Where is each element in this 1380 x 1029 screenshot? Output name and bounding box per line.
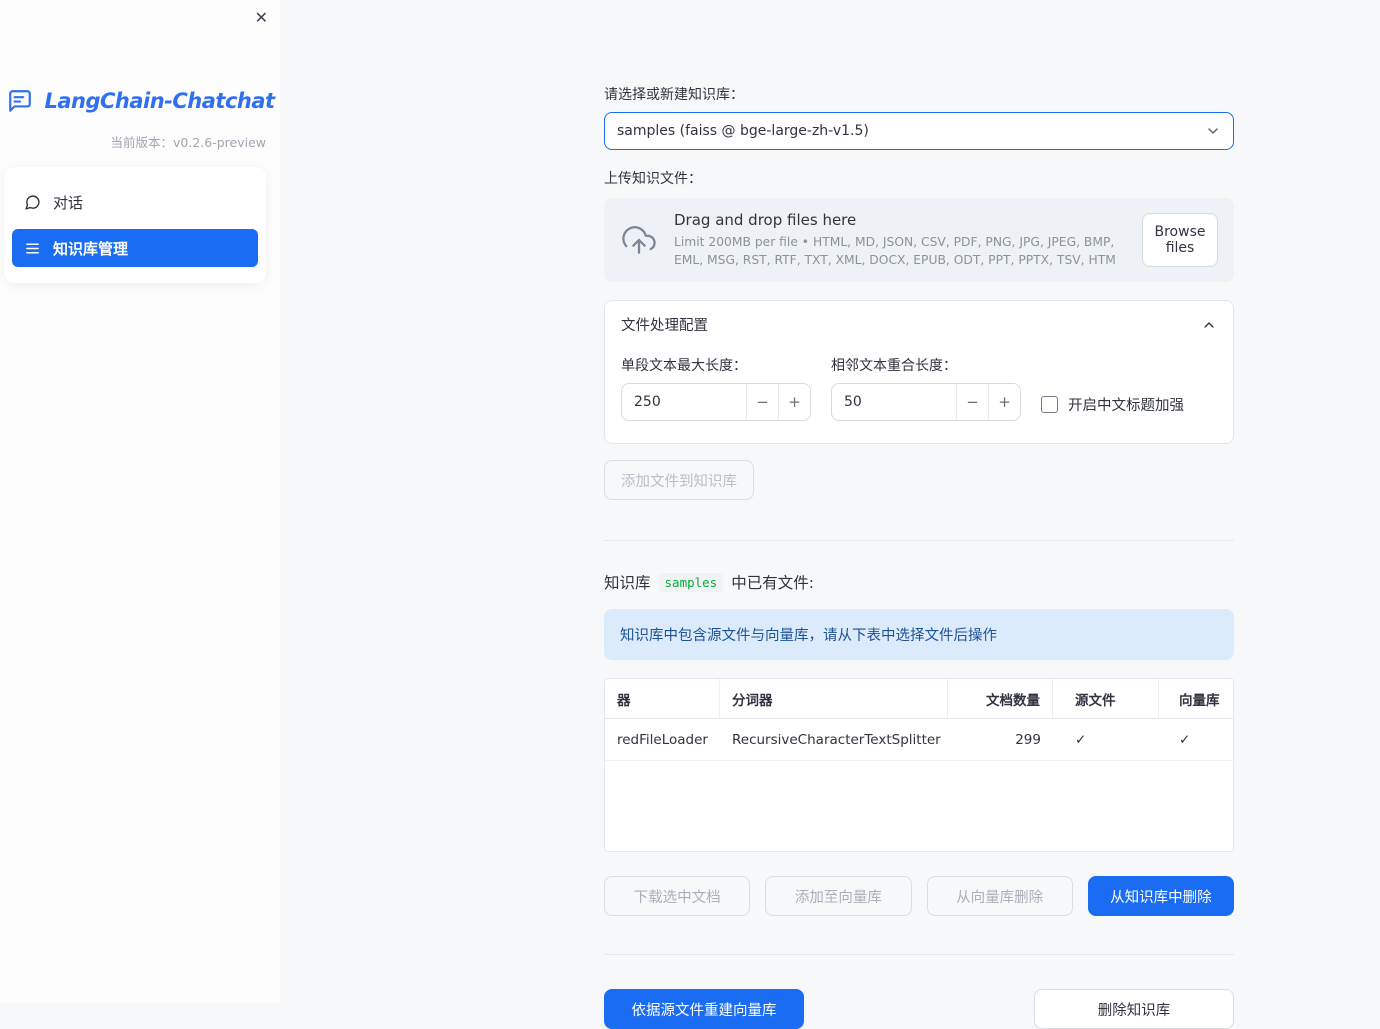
minus-button[interactable]: − bbox=[746, 384, 778, 420]
remove-from-vector-store-button[interactable]: 从向量库删除 bbox=[926, 876, 1073, 916]
max-length-field: 单段文本最大长度： 250 − + bbox=[621, 355, 811, 423]
main-area: 请选择或新建知识库： samples (faiss @ bge-large-zh… bbox=[280, 0, 1380, 1029]
existing-files-prefix: 知识库 bbox=[604, 574, 651, 592]
kb-name-code: samples bbox=[658, 572, 724, 592]
table-row[interactable]: redFileLoader RecursiveCharacterTextSpli… bbox=[605, 719, 1233, 761]
dropzone-limit: Limit 200MB per file • HTML, MD, JSON, C… bbox=[674, 234, 1116, 267]
expander-body: 单段文本最大长度： 250 − + 相邻文本重合长度： 50 − + 开启中文标… bbox=[605, 348, 1233, 443]
divider bbox=[604, 954, 1234, 955]
info-banner: 知识库中包含源文件与向量库，请从下表中选择文件后操作 bbox=[604, 609, 1234, 660]
table-header-vector-store: 向量库 bbox=[1179, 692, 1220, 709]
dropzone-text: Drag and drop files here Limit 200MB per… bbox=[674, 211, 1126, 270]
overlap-length-input[interactable]: 50 − + bbox=[831, 383, 1021, 421]
knowledge-base-icon bbox=[24, 240, 41, 257]
sidebar-item-knowledge-base[interactable]: 知识库管理 bbox=[12, 229, 258, 267]
plus-button[interactable]: + bbox=[778, 384, 810, 420]
overlap-length-field: 相邻文本重合长度： 50 − + bbox=[831, 355, 1021, 423]
kb-management-row: 依据源文件重建向量库 删除知识库 bbox=[604, 989, 1234, 1029]
max-length-input[interactable]: 250 − + bbox=[621, 383, 811, 421]
chat-logo-icon bbox=[5, 88, 35, 114]
expander-header[interactable]: 文件处理配置 bbox=[605, 301, 1233, 348]
chevron-down-icon bbox=[1205, 123, 1221, 139]
checkbox-label: 开启中文标题加强 bbox=[1068, 397, 1184, 414]
kb-select-value: samples (faiss @ bge-large-zh-v1.5) bbox=[617, 123, 869, 139]
sidebar-close-button[interactable]: ✕ bbox=[255, 8, 268, 27]
kb-select[interactable]: samples (faiss @ bge-large-zh-v1.5) bbox=[604, 112, 1234, 150]
app-logo: LangChain-Chatchat bbox=[0, 88, 280, 114]
cell-doc-count: 299 bbox=[1015, 731, 1041, 748]
app-version: 当前版本：v0.2.6-preview bbox=[110, 135, 267, 150]
divider bbox=[604, 540, 1234, 541]
rebuild-vector-store-button[interactable]: 依据源文件重建向量库 bbox=[604, 989, 804, 1029]
existing-files-suffix: 中已有文件: bbox=[731, 574, 814, 592]
overlap-length-label: 相邻文本重合长度： bbox=[831, 358, 957, 374]
checkbox-box bbox=[1041, 395, 1058, 413]
cell-loader: redFileLoader bbox=[617, 731, 708, 748]
dropzone-title: Drag and drop files here bbox=[674, 210, 857, 229]
sidebar-menu: 对话 知识库管理 bbox=[4, 167, 266, 283]
delete-from-kb-button[interactable]: 从知识库中删除 bbox=[1087, 876, 1234, 916]
zh-title-enhance-checkbox[interactable]: 开启中文标题加强 bbox=[1041, 385, 1184, 423]
cell-vector-check: ✓ bbox=[1179, 731, 1191, 748]
chevron-up-icon bbox=[1201, 317, 1217, 333]
delete-kb-button[interactable]: 删除知识库 bbox=[1034, 989, 1234, 1029]
sidebar-item-label: 知识库管理 bbox=[53, 239, 129, 258]
file-actions-row: 下载选中文档 添加至向量库 从向量库删除 从知识库中删除 bbox=[604, 876, 1234, 916]
plus-button[interactable]: + bbox=[988, 384, 1020, 420]
table-header-splitter: 分词器 bbox=[720, 679, 948, 718]
cell-source-check: ✓ bbox=[1075, 731, 1087, 748]
sidebar: ✕ LangChain-Chatchat 当前版本：v0.2.6-preview… bbox=[0, 0, 280, 1002]
max-length-value[interactable]: 250 bbox=[622, 394, 746, 410]
files-table: 器 分词器 文档数量 源文件 向量库 redFileLoader Recursi… bbox=[604, 678, 1234, 852]
browse-files-button[interactable]: Browse files bbox=[1142, 213, 1218, 267]
sidebar-item-label: 对话 bbox=[53, 193, 84, 212]
file-dropzone[interactable]: Drag and drop files here Limit 200MB per… bbox=[604, 198, 1234, 282]
overlap-length-value[interactable]: 50 bbox=[832, 394, 956, 410]
chat-bubble-icon bbox=[24, 194, 41, 211]
app-title: LangChain-Chatchat bbox=[44, 89, 275, 113]
table-header-source-file: 源文件 bbox=[1053, 679, 1159, 718]
cell-splitter: RecursiveCharacterTextSplitter bbox=[732, 731, 941, 748]
file-config-expander: 文件处理配置 单段文本最大长度： 250 − + 相邻文本重合长度： 50 − … bbox=[604, 300, 1234, 444]
minus-button[interactable]: − bbox=[956, 384, 988, 420]
max-length-label: 单段文本最大长度： bbox=[621, 358, 747, 374]
upload-label: 上传知识文件： bbox=[604, 171, 702, 187]
existing-files-line: 知识库 samples 中已有文件: bbox=[604, 571, 1234, 593]
download-selected-button[interactable]: 下载选中文档 bbox=[604, 876, 751, 916]
add-to-vector-store-button[interactable]: 添加至向量库 bbox=[765, 876, 912, 916]
upload-cloud-icon bbox=[620, 223, 658, 257]
table-header-row: 器 分词器 文档数量 源文件 向量库 bbox=[605, 679, 1233, 719]
sidebar-item-dialogue[interactable]: 对话 bbox=[12, 183, 258, 221]
table-header-doc-count: 文档数量 bbox=[948, 679, 1053, 718]
add-files-to-kb-button[interactable]: 添加文件到知识库 bbox=[604, 460, 754, 500]
kb-select-label: 请选择或新建知识库： bbox=[604, 87, 744, 103]
expander-title: 文件处理配置 bbox=[621, 318, 708, 334]
table-header-loader: 器 bbox=[605, 679, 720, 718]
